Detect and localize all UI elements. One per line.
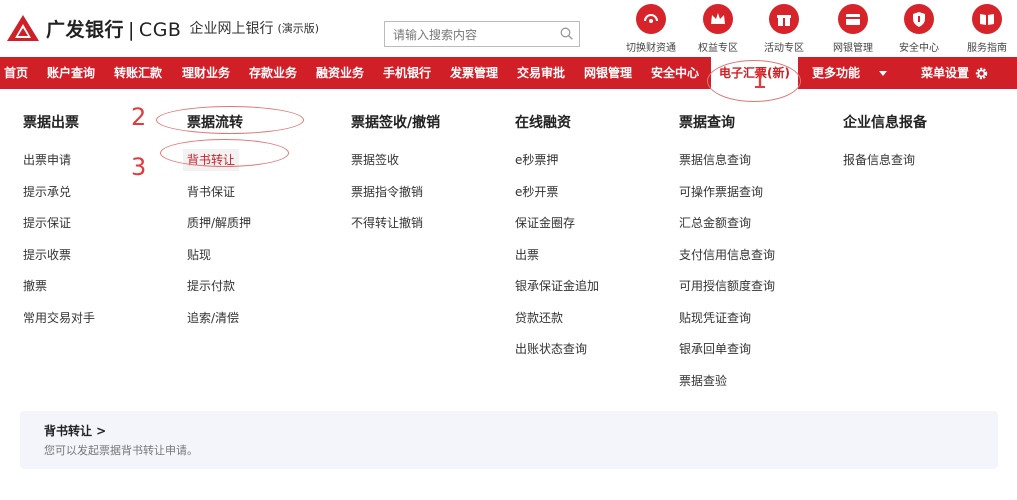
menu-item[interactable]: 质押/解质押 — [187, 208, 337, 240]
annotation-number-2: 2 — [131, 103, 147, 131]
brand-subtitle: 企业网上银行 — [189, 21, 274, 37]
card-icon — [838, 4, 868, 34]
menu-item[interactable]: 提示收票 — [23, 240, 173, 272]
menu-item[interactable]: 可用授信额度查询 — [679, 271, 829, 303]
bank-name: 广发银行 — [46, 18, 125, 41]
nav-ebank-management[interactable]: 网银管理 — [584, 57, 632, 89]
gift-icon — [769, 4, 799, 34]
quick-link-label: 活动专区 — [764, 43, 804, 54]
menu-item[interactable]: 银承回单查询 — [679, 334, 829, 366]
quick-link-label: 权益专区 — [698, 43, 738, 54]
search-input[interactable] — [391, 25, 555, 45]
menu-item[interactable]: 追索/清偿 — [187, 303, 337, 335]
menu-item[interactable]: 提示保证 — [23, 208, 173, 240]
annotation-number-3: 3 — [131, 153, 147, 181]
menu-item[interactable]: 汇总金额查询 — [679, 208, 829, 240]
menu-item[interactable]: 背书保证 — [187, 177, 337, 209]
book-icon — [972, 4, 1002, 34]
menu-item[interactable]: 撤票 — [23, 271, 173, 303]
menu-item[interactable]: 票据签收 — [351, 145, 501, 177]
search-icon[interactable] — [560, 27, 573, 40]
column-title: 票据签收/撤销 — [351, 115, 441, 131]
menu-description-box: 背书转让 > 您可以发起票据背书转让申请。 — [20, 411, 998, 469]
description-text: 您可以发起票据背书转让申请。 — [44, 444, 198, 457]
column-title: 票据查询 — [679, 115, 735, 131]
nav-mobile-bank[interactable]: 手机银行 — [383, 57, 431, 89]
menu-item[interactable]: 提示承兑 — [23, 177, 173, 209]
nav-menu-settings[interactable]: 菜单设置 — [921, 57, 988, 89]
nav-deposit[interactable]: 存款业务 — [249, 57, 297, 89]
menu-column-issue: 票据出票 出票申请 提示承兑 提示保证 提示收票 撤票 常用交易对手 — [23, 113, 173, 334]
menu-item[interactable]: 保证金圈存 — [515, 208, 665, 240]
quick-link-ebank[interactable]: 网银管理 — [821, 4, 885, 54]
menu-item[interactable]: 银承保证金追加 — [515, 271, 665, 303]
nav-account-query[interactable]: 账户查询 — [47, 57, 95, 89]
menu-item[interactable]: 常用交易对手 — [23, 303, 173, 335]
nav-more-label: 更多功能 — [812, 66, 861, 80]
quick-link-switch[interactable]: 切换财资通 — [619, 4, 683, 54]
nav-security[interactable]: 安全中心 — [651, 57, 699, 89]
menu-column-draft-query: 票据查询 票据信息查询 可操作票据查询 汇总金额查询 支付信用信息查询 可用授信… — [679, 113, 829, 397]
demo-badge: (演示版) — [277, 22, 320, 35]
bank-logo[interactable]: 广发银行 | CGB 企业网上银行 (演示版) — [6, 14, 319, 42]
annotation-number-1: 1 — [752, 66, 768, 94]
menu-item[interactable]: 出票申请 — [23, 145, 173, 177]
menu-item[interactable]: 票据指令撤销 — [351, 177, 501, 209]
gear-icon — [976, 67, 988, 80]
menu-item[interactable]: 报备信息查询 — [843, 145, 993, 177]
bank-code: CGB — [138, 18, 182, 41]
shield-icon — [904, 4, 934, 34]
menu-item[interactable]: 不得转让撤销 — [351, 208, 501, 240]
nav-more[interactable]: 更多功能 — [812, 57, 888, 89]
menu-item[interactable]: 贴现凭证查询 — [679, 303, 829, 335]
quick-link-rights[interactable]: 权益专区 — [686, 4, 750, 54]
menu-item[interactable]: 贴现 — [187, 240, 337, 272]
column-title: 企业信息报备 — [843, 115, 927, 131]
nav-wealth[interactable]: 理财业务 — [182, 57, 230, 89]
menu-item[interactable]: 出账状态查询 — [515, 334, 665, 366]
cgb-logo-icon — [6, 14, 40, 42]
menu-item[interactable]: 支付信用信息查询 — [679, 240, 829, 272]
nav-menu-settings-label: 菜单设置 — [921, 66, 970, 80]
menu-item[interactable]: 票据信息查询 — [679, 145, 829, 177]
switch-icon — [636, 4, 666, 34]
menu-item[interactable]: 提示付款 — [187, 271, 337, 303]
caret-down-icon — [879, 70, 888, 76]
nav-transfer[interactable]: 转账汇款 — [114, 57, 162, 89]
menu-item[interactable]: e秒开票 — [515, 177, 665, 209]
main-nav: 首页 账户查询 转账汇款 理财业务 存款业务 融资业务 手机银行 发票管理 交易… — [0, 57, 1017, 97]
menu-column-sign-revoke: 票据签收/撤销 票据签收 票据指令撤销 不得转让撤销 — [351, 113, 501, 240]
menu-item[interactable]: e秒票押 — [515, 145, 665, 177]
brand-separator: | — [128, 18, 135, 41]
e-draft-menu-panel: 票据出票 出票申请 提示承兑 提示保证 提示收票 撤票 常用交易对手 票据流转 … — [0, 97, 1017, 500]
header: 广发银行|CGB 企业网上银行 (演示版) 切换财资通 权益专区 活动专区 网银… — [0, 0, 1017, 56]
quick-link-security[interactable]: 安全中心 — [887, 4, 951, 54]
quick-link-events[interactable]: 活动专区 — [752, 4, 816, 54]
menu-column-online-financing: 在线融资 e秒票押 e秒开票 保证金圈存 出票 银承保证金追加 贷款还款 出账状… — [515, 113, 665, 366]
annotation-oval-3 — [160, 139, 289, 167]
quick-link-label: 服务指南 — [967, 43, 1007, 54]
quick-link-label: 安全中心 — [899, 43, 939, 54]
menu-item[interactable]: 票据查验 — [679, 366, 829, 398]
nav-invoice[interactable]: 发票管理 — [450, 57, 498, 89]
nav-financing[interactable]: 融资业务 — [316, 57, 364, 89]
quick-link-label: 切换财资通 — [626, 43, 676, 54]
column-title: 票据出票 — [23, 115, 79, 131]
menu-item[interactable]: 出票 — [515, 240, 665, 272]
menu-item[interactable]: 可操作票据查询 — [679, 177, 829, 209]
nav-approval[interactable]: 交易审批 — [517, 57, 565, 89]
quick-link-label: 网银管理 — [833, 43, 873, 54]
menu-item[interactable]: 贷款还款 — [515, 303, 665, 335]
crown-icon — [703, 4, 733, 34]
description-title[interactable]: 背书转让 > — [44, 422, 106, 439]
menu-column-enterprise-report: 企业信息报备 报备信息查询 — [843, 113, 993, 177]
search-box — [384, 21, 580, 47]
nav-home[interactable]: 首页 — [4, 57, 28, 89]
quick-link-guide[interactable]: 服务指南 — [955, 4, 1017, 54]
annotation-oval-2 — [156, 106, 304, 134]
column-title: 在线融资 — [515, 115, 571, 131]
